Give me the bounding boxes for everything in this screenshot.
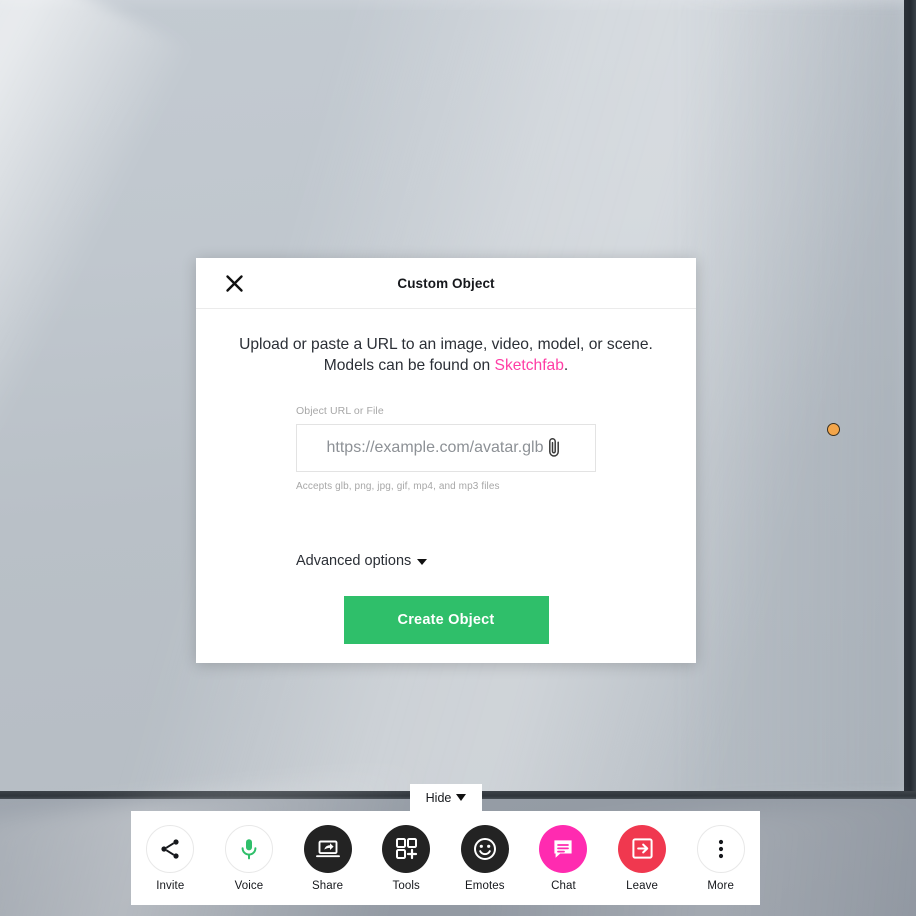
toolbar-item-label: Emotes (465, 879, 505, 892)
toolbar-item-share[interactable]: Share (293, 824, 363, 892)
modal-description-line1: Upload or paste a URL to an image, video… (239, 336, 653, 353)
modal-description-line2-suffix: . (563, 356, 569, 374)
microphone-icon[interactable] (224, 824, 273, 873)
toolbar-item-label: Chat (551, 879, 576, 892)
create-object-button[interactable]: Create Object (343, 596, 549, 645)
toolbar-item-label: Share (311, 879, 344, 892)
paperclip-icon-glyph (548, 438, 559, 458)
hide-toolbar-button[interactable]: Hide (410, 784, 482, 811)
toolbar-item-label: Leave (626, 879, 658, 892)
toolbar-item-label: Invite (156, 879, 185, 892)
exit-door-icon[interactable] (618, 824, 667, 873)
modal-description: Upload or paste a URL to an image, video… (196, 335, 696, 376)
close-icon-glyph (225, 274, 243, 292)
toolbar-item-tools[interactable]: Tools (371, 824, 441, 892)
object-url-label: Object URL or File (296, 405, 384, 418)
modal-description-line2-prefix: Models can be found on (323, 356, 495, 374)
modal-body: Upload or paste a URL to an image, video… (196, 309, 696, 663)
screen-share-icon[interactable] (303, 824, 352, 873)
advanced-options-row: Advanced options (296, 523, 596, 570)
toolbar-item-voice[interactable]: Voice (214, 824, 284, 892)
wall-shadow-right (676, 0, 906, 798)
three-dots-icon[interactable] (696, 824, 745, 873)
grid-plus-icon[interactable] (382, 824, 431, 873)
toolbar-item-label: More (707, 879, 734, 892)
custom-object-modal: Custom Object Upload or paste a URL to a… (196, 258, 696, 664)
object-url-field-group: Object URL or File Accepts glb, png, jpg… (296, 405, 596, 492)
sketchfab-link[interactable]: Sketchfab (495, 357, 564, 374)
toolbar-item-chat[interactable]: Chat (528, 824, 598, 892)
smiley-face-icon[interactable] (460, 824, 509, 873)
toolbar-item-emotes[interactable]: Emotes (450, 824, 520, 892)
chevron-down-icon (456, 794, 467, 801)
toolbar-item-label: Tools (392, 879, 420, 892)
create-object-row: Create Object (196, 570, 696, 663)
chevron-down-icon (417, 559, 428, 566)
close-icon[interactable] (222, 271, 246, 295)
scene-right-column (904, 0, 916, 800)
toolbar-item-label: Voice (234, 879, 264, 892)
toolbar-item-invite[interactable]: Invite (135, 824, 205, 892)
modal-title: Custom Object (397, 275, 495, 291)
modal-header: Custom Object (196, 258, 696, 309)
object-url-input-row[interactable] (296, 424, 596, 473)
hide-toolbar-label: Hide (425, 790, 452, 805)
share-nodes-icon[interactable] (146, 824, 195, 873)
toolbar-item-more[interactable]: More (686, 824, 756, 892)
object-url-hint: Accepts glb, png, jpg, gif, mp4, and mp3… (296, 481, 500, 493)
scene-marker-dot[interactable] (827, 423, 840, 436)
toolbar-item-leave[interactable]: Leave (607, 824, 677, 892)
advanced-options-label: Advanced options (296, 553, 412, 570)
bottom-toolbar: Invite Voice Share Tools Emotes Chat Leave More (131, 811, 760, 905)
advanced-options-toggle[interactable]: Advanced options (296, 553, 596, 569)
chat-bubble-icon[interactable] (539, 824, 588, 873)
paperclip-icon[interactable] (543, 435, 565, 461)
